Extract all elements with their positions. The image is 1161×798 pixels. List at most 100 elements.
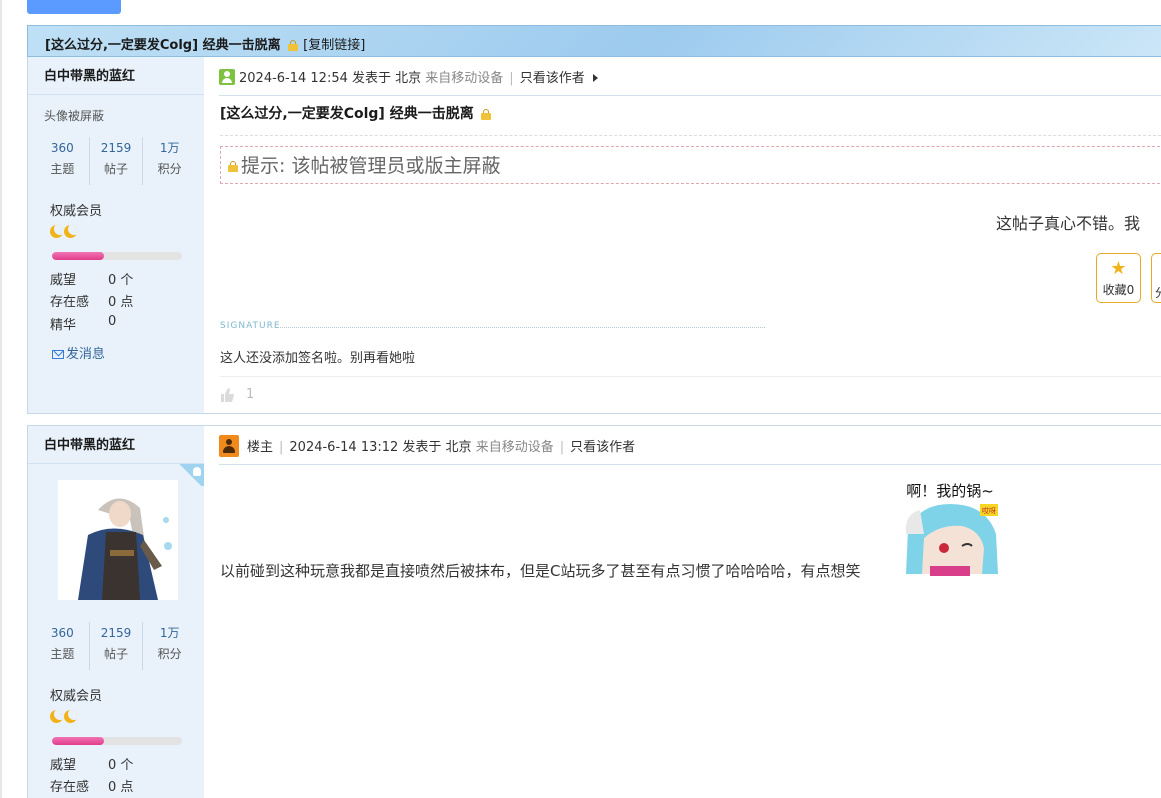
copy-link[interactable]: [复制链接] <box>303 38 365 53</box>
thread-title-text: [这么过分,一定要发Colg] 经典一击脱离 <box>45 38 281 53</box>
rank-title[interactable]: 权威会员 <box>50 200 102 219</box>
attr-presence: 存在感 0 点 <box>50 776 133 795</box>
stat-points-label: 积分 <box>157 162 182 176</box>
post-body: 以前碰到这种玩意我都是直接喷然后被抹布，但是C站玩多了甚至有点习惯了哈哈哈哈，有… <box>220 562 861 580</box>
stat-posts-label: 帖子 <box>104 647 129 661</box>
rank-progress-fill <box>52 252 104 260</box>
rank-progress-bar <box>52 252 182 260</box>
like-count: 1 <box>246 387 255 402</box>
attr-label: 存在感 <box>50 780 90 795</box>
lock-icon <box>480 109 491 120</box>
title-divider <box>220 135 1161 136</box>
rank-progress-bar <box>52 737 182 745</box>
stat-posts[interactable]: 2159 帖子 <box>90 622 144 670</box>
only-author-link[interactable]: 只看该作者 <box>520 71 585 86</box>
post-meta: 楼主 | 2024-6-14 13:12 发表于 北京 来自移动设备 | 只看该作者 <box>219 426 1161 465</box>
post-source: 来自移动设备 <box>425 71 504 86</box>
mail-icon <box>52 350 64 359</box>
stat-posts[interactable]: 2159 帖子 <box>90 137 144 185</box>
rank-title[interactable]: 权威会员 <box>50 685 102 704</box>
star-icon: ★ <box>1110 258 1127 279</box>
attr-label: 威望 <box>50 273 77 288</box>
moon-icon <box>50 710 63 723</box>
thumbs-up-icon[interactable] <box>220 387 234 403</box>
avatar-hidden-notice: 头像被屏蔽 <box>44 109 105 123</box>
stat-threads[interactable]: 360 主题 <box>36 137 90 185</box>
post-source: 来自移动设备 <box>475 440 554 455</box>
attr-label: 精华 <box>50 318 77 333</box>
sticker-image: 哎呀 啊！我的锅~ <box>900 474 1004 576</box>
moon-icon <box>50 225 63 238</box>
attr-prestige: 威望 0 个 <box>50 754 133 773</box>
sticker-caption: 啊！我的锅~ <box>906 482 994 500</box>
thread-title-bar: [这么过分,一定要发Colg] 经典一击脱离 [复制链接] <box>27 25 1161 57</box>
post-content: 2024-6-14 12:54 发表于 北京 来自移动设备 | 只看该作者 [这么过… <box>204 57 1161 413</box>
lock-icon <box>288 40 299 51</box>
attr-digest: 精华 0 <box>50 314 116 333</box>
send-message-link[interactable]: 发消息 <box>52 343 105 362</box>
stat-posts-label: 帖子 <box>104 162 129 176</box>
post-body: 这帖子真心不错。我 <box>996 214 1141 233</box>
author-panel: 白中带黑的蓝红 360 主题 2159 帖子 1万 积分 权威会员 威望 0 个… <box>28 426 204 798</box>
attr-label: 存在感 <box>50 295 90 310</box>
post-time: 2024-6-14 13:12 发表于 北京 <box>289 440 472 455</box>
favorite-label: 收藏0 <box>1102 283 1135 297</box>
blocked-notice: 提示: 该帖被管理员或版主屏蔽 <box>220 146 1161 184</box>
author-name[interactable]: 白中带黑的蓝红 <box>28 57 204 95</box>
post-1: 白中带黑的蓝红 头像被屏蔽 360 主题 2159 帖子 1万 积分 权威会员 <box>27 57 1161 414</box>
blocked-notice-text: 提示: 该帖被管理员或版主屏蔽 <box>241 155 501 177</box>
stat-points[interactable]: 1万 积分 <box>143 622 196 670</box>
moon-icon <box>64 225 77 238</box>
attr-value: 0 <box>108 314 117 329</box>
stat-threads-num: 360 <box>50 141 74 155</box>
attr-value: 0 个 <box>108 273 134 288</box>
post-time: 2024-6-14 12:54 发表于 北京 <box>239 71 422 86</box>
post-title-text: [这么过分,一定要发Colg] 经典一击脱离 <box>220 106 474 122</box>
footer-divider <box>220 376 1161 377</box>
stat-threads[interactable]: 360 主题 <box>36 622 90 670</box>
attr-value: 0 点 <box>108 780 134 795</box>
rank-moons <box>50 710 77 726</box>
share-label: 分 <box>1155 284 1161 301</box>
stat-threads-num: 360 <box>50 626 74 640</box>
moon-icon <box>64 710 77 723</box>
stat-threads-label: 主题 <box>50 162 75 176</box>
rank-moons <box>50 225 77 241</box>
attr-presence: 存在感 0 点 <box>50 291 133 310</box>
meta-separator: | <box>279 440 284 455</box>
stat-points-num: 1万 <box>159 626 180 640</box>
stat-points-label: 积分 <box>157 647 182 661</box>
share-button[interactable]: 分 <box>1151 253 1161 303</box>
attr-value: 0 点 <box>108 295 134 310</box>
favorite-button[interactable]: ★ 收藏0 <box>1096 253 1141 303</box>
stat-posts-num: 2159 <box>100 141 132 155</box>
post-content: 楼主 | 2024-6-14 13:12 发表于 北京 来自移动设备 | 只看该作者 哎… <box>204 426 1161 798</box>
author-panel: 白中带黑的蓝红 头像被屏蔽 360 主题 2159 帖子 1万 积分 权威会员 <box>28 57 204 413</box>
thread-owner-icon <box>219 435 239 457</box>
author-name[interactable]: 白中带黑的蓝红 <box>28 426 204 464</box>
author-stats: 360 主题 2159 帖子 1万 积分 <box>36 622 196 670</box>
signature-divider <box>280 327 765 328</box>
post-title: [这么过分,一定要发Colg] 经典一击脱离 <box>220 103 494 123</box>
page-left-edge <box>0 0 2 798</box>
signature-label: SIGNATURE <box>220 321 281 331</box>
user-online-icon <box>219 69 235 85</box>
sticker-tag: 哎呀 <box>982 507 996 515</box>
owner-label: 楼主 <box>247 440 274 455</box>
send-message-label: 发消息 <box>66 347 106 362</box>
post-2: 白中带黑的蓝红 360 主题 2159 帖子 1万 积分 权威会员 威望 0 个… <box>27 425 1161 798</box>
meta-separator: | <box>559 440 565 455</box>
triangle-right-icon[interactable] <box>592 74 598 82</box>
stat-points-num: 1万 <box>159 141 180 155</box>
stat-points[interactable]: 1万 积分 <box>143 137 196 185</box>
avatar[interactable] <box>58 480 178 600</box>
only-author-link[interactable]: 只看该作者 <box>570 440 635 455</box>
top-action-button[interactable] <box>27 0 121 14</box>
stat-posts-num: 2159 <box>100 626 132 640</box>
rank-progress-fill <box>52 737 104 745</box>
attr-value: 0 个 <box>108 758 134 773</box>
post-meta: 2024-6-14 12:54 发表于 北京 来自移动设备 | 只看该作者 <box>219 57 1161 96</box>
attr-prestige: 威望 0 个 <box>50 269 133 288</box>
stat-threads-label: 主题 <box>50 647 75 661</box>
attr-label: 威望 <box>50 758 77 773</box>
